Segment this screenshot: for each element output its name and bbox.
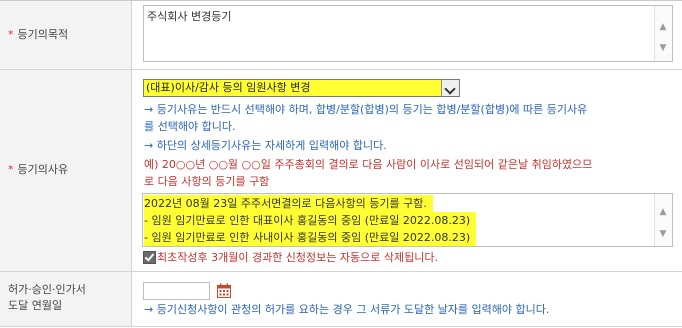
reason-note-3: → 하단의 상세등기사유는 자세하게 입력해야 합니다. [144,139,387,152]
reason-select[interactable]: (대표)이사/감사 등의 임원사항 변경 [143,79,460,97]
chevron-down-icon[interactable] [441,80,459,96]
approval-label-line-2: 도달 연월일 [8,299,63,312]
approval-label-cell: 허가·승인·인가서 도달 연월일 [0,272,132,326]
purpose-value: 주식회사 변경등기 [147,10,232,23]
auto-delete-text: 최초작성후 3개월이 경과한 신청정보는 자동으로 삭제됩니다. [157,251,438,264]
auto-delete-checkbox[interactable] [143,251,156,264]
purpose-scrollbar[interactable]: ▲ ▼ [654,6,672,61]
approval-label-line-1: 허가·승인·인가서 [8,283,86,296]
reason-select-value: (대표)이사/감사 등의 임원사항 변경 [144,80,441,96]
purpose-row: * 등기의목적 주식회사 변경등기 ▲ ▼ [0,1,682,70]
scroll-up-icon[interactable]: ▲ [655,205,671,219]
reason-label: * 등기의사유 [8,163,69,176]
reason-note-2: 를 선택해야 합니다. [144,120,236,133]
scroll-down-icon[interactable]: ▼ [655,41,671,55]
reason-detail-line-1: 2022년 08월 23일 주주서면결의로 다음사항의 등기를 구함. [144,195,433,212]
approval-note: → 등기신청사항이 관청의 허가를 요하는 경우 그 서류가 도달한 날자를 입… [144,303,550,316]
purpose-label-cell: * 등기의목적 [0,1,132,69]
calendar-icon[interactable] [217,283,231,298]
required-icon: * [8,28,14,41]
required-icon: * [8,163,14,176]
approval-row: 허가·승인·인가서 도달 연월일 [0,272,682,327]
reason-detail-line-3: - 임원 임기만료로 인한 사내이사 홍길동의 중임 (만료일 2022.08.… [144,229,477,246]
approval-date-input[interactable] [143,282,210,300]
reason-label-cell: * 등기의사유 [0,70,132,271]
scroll-up-icon[interactable]: ▲ [655,20,671,34]
scroll-down-icon[interactable]: ▼ [655,227,671,241]
reason-detail-line-2: - 임원 임기만료로 인한 대표이사 홍길동의 중임 (만료일 2022.08.… [144,212,477,229]
reason-example-2: 로 다음 사항의 등기를 구함 [144,175,270,188]
purpose-label: * 등기의목적 [8,28,69,41]
reason-detail-textarea[interactable]: 2022년 08월 23일 주주서면결의로 다음사항의 등기를 구함. - 임원… [142,193,673,247]
reason-example-1: 예) 20○○년 ○○월 ○○일 주주총회의 결의로 다음 사람이 이사로 선임… [144,158,593,171]
purpose-textarea[interactable]: 주식회사 변경등기 ▲ ▼ [143,5,673,62]
reason-note-1: → 등기사유는 반드시 선택해야 하며, 합병/분할(합병)의 등기는 합병/분… [144,103,588,116]
reason-detail-scrollbar[interactable]: ▲ ▼ [654,194,672,246]
registration-form: * 등기의목적 주식회사 변경등기 ▲ ▼ * 등기의사유 (대표)이사/감사 등의… [0,0,682,328]
